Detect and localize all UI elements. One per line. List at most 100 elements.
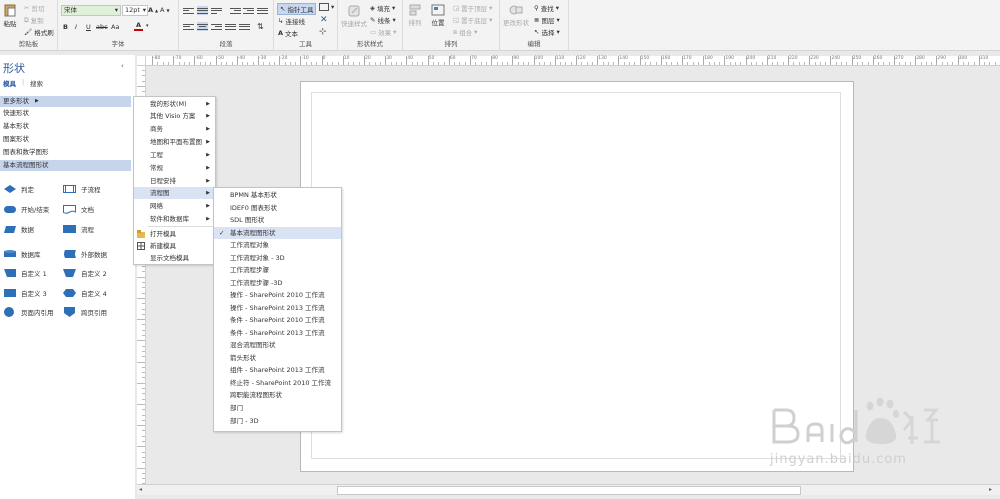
submenu-item-workflow-objects-3d[interactable]: 工作流程对象 - 3D (214, 252, 341, 264)
stencil-basic-flowchart[interactable]: 基本流程图形状 (0, 160, 131, 171)
menu-item-open-stencil[interactable]: 打开模具 (134, 228, 215, 240)
shrink-font-button[interactable]: A ▼ (160, 6, 170, 14)
bullets-icon[interactable] (257, 6, 268, 15)
stencil-basic-shapes[interactable]: 基本形状 (0, 121, 131, 132)
stencil-charts-math[interactable]: 图表和数学图形 (0, 147, 131, 158)
font-color-button[interactable]: A (134, 21, 143, 31)
shape-document[interactable]: 文档 (63, 204, 94, 214)
menu-item-engineering[interactable]: 工程 ▶ (134, 149, 215, 161)
stencil-quick-shapes[interactable]: 快速形状 (0, 108, 131, 119)
shape-decision[interactable]: 判定 (4, 184, 34, 194)
find-button[interactable]: ⚲ 查找 ▾ (534, 3, 559, 13)
stencil-more-shapes[interactable]: 更多形状 ▶ (0, 96, 131, 107)
decrease-indent-icon[interactable] (230, 6, 241, 15)
shape-process[interactable]: 流程 (63, 224, 94, 234)
submenu-item-hybrid-flowchart[interactable]: 混合流程图形状 (214, 339, 341, 351)
align-center-icon[interactable] (197, 22, 208, 31)
strikethrough-button[interactable]: abc (96, 23, 108, 31)
menu-item-maps[interactable]: 地图和平面布置图 ▶ (134, 136, 215, 148)
underline-button[interactable]: U (86, 23, 91, 31)
menu-item-general[interactable]: 常规 ▶ (134, 162, 215, 174)
align-top-icon[interactable] (183, 6, 194, 15)
menu-item-software-db[interactable]: 软件和数据库 ▶ (134, 213, 215, 225)
select-button[interactable]: ↖ 选择 ▾ (534, 27, 560, 37)
shape-data[interactable]: 数据 (4, 224, 34, 234)
bring-to-front-button[interactable]: ◲ 置于顶层 ▾ (453, 3, 492, 13)
shape-external-data[interactable]: 外部数据 (63, 249, 107, 259)
submenu-item-workflow-steps-3d[interactable]: 工作流程步骤 -3D (214, 277, 341, 289)
submenu-item-workflow-steps[interactable]: 工作流程步骤 (214, 264, 341, 276)
scroll-left-icon[interactable]: ◂ (139, 486, 142, 493)
shape-custom-4[interactable]: 自定义 4 (63, 288, 107, 298)
bold-button[interactable]: B (63, 23, 68, 31)
menu-item-business[interactable]: 商务 ▶ (134, 123, 215, 135)
submenu-item-components-sp2013[interactable]: 组件 - SharePoint 2013 工作流 (214, 364, 341, 376)
quick-styles-button[interactable]: 快速样式 (341, 4, 367, 28)
tab-stencils[interactable]: 模具 (3, 78, 16, 88)
submenu-item-actions-sp2010[interactable]: 操作 - SharePoint 2010 工作流 (214, 289, 341, 301)
align-right-icon[interactable] (211, 22, 222, 31)
shape-on-page-reference[interactable]: 页面内引用 (4, 307, 54, 317)
change-shape-button[interactable]: 更改形状 (503, 4, 529, 27)
scroll-right-icon[interactable]: ▸ (989, 486, 992, 493)
italic-button[interactable]: I (75, 23, 77, 31)
shape-database[interactable]: 数据库 (4, 249, 41, 259)
line-button[interactable]: ✎ 线条 ▾ (370, 15, 396, 25)
group-button[interactable]: ⧈ 组合 ▾ (453, 27, 477, 38)
submenu-item-arrow-shapes[interactable]: 箭头形状 (214, 352, 341, 364)
distribute-icon[interactable] (239, 22, 250, 31)
horizontal-scrollbar[interactable]: ◂ ▸ (137, 484, 1000, 495)
submenu-item-actions-sp2013[interactable]: 操作 - SharePoint 2013 工作流 (214, 302, 341, 314)
submenu-item-terminators-sp2010[interactable]: 终止符 - SharePoint 2010 工作流 (214, 377, 341, 389)
menu-item-flowchart[interactable]: 流程图 ▶ (134, 187, 215, 199)
position-button[interactable]: 位置 (431, 4, 445, 27)
menu-item-schedule[interactable]: 日程安排 ▶ (134, 175, 215, 187)
menu-item-new-stencil[interactable]: 新建模具 (134, 240, 215, 252)
paste-button[interactable]: 粘贴 (3, 3, 17, 28)
copy-button[interactable]: ⧉ 复制 (24, 15, 44, 26)
format-painter-button[interactable]: 🖌 格式刷 (24, 27, 54, 37)
menu-item-show-doc-stencil[interactable]: 显示文档模具 (134, 252, 215, 264)
submenu-item-department[interactable]: 部门 (214, 402, 341, 414)
align-middle-icon[interactable] (197, 6, 208, 15)
shape-custom-2[interactable]: 自定义 2 (63, 268, 107, 278)
menu-item-network[interactable]: 网络 ▶ (134, 200, 215, 212)
connector-button[interactable]: ↳ 连接线 (278, 16, 305, 26)
submenu-item-idef0[interactable]: IDEF0 图表形状 (214, 202, 341, 214)
increase-indent-icon[interactable] (243, 6, 254, 15)
align-bottom-icon[interactable] (211, 6, 222, 15)
shape-subprocess[interactable]: 子流程 (63, 184, 101, 194)
submenu-item-conditions-sp2010[interactable]: 条件 - SharePoint 2010 工作流 (214, 314, 341, 326)
font-name-select[interactable]: 宋体 ▾ (61, 5, 121, 16)
submenu-item-conditions-sp2013[interactable]: 条件 - SharePoint 2013 工作流 (214, 327, 341, 339)
submenu-item-workflow-objects[interactable]: 工作流程对象 (214, 239, 341, 251)
send-to-back-button[interactable]: ◱ 置于底层 ▾ (453, 15, 492, 25)
close-tool-icon[interactable]: ✕ (320, 15, 328, 25)
connection-point-icon[interactable]: ⊹ (319, 27, 327, 37)
align-button[interactable]: 排列 (408, 4, 422, 27)
align-left-icon[interactable] (183, 22, 194, 31)
font-color-dropdown[interactable]: ▾ (146, 23, 149, 29)
effects-button[interactable]: ▭ 效果 ▾ (370, 27, 396, 37)
grow-font-button[interactable]: A ▲ (148, 6, 158, 14)
layers-button[interactable]: ≣ 图层 ▾ (534, 15, 560, 25)
menu-item-other-visio[interactable]: 其他 Visio 方案 ▶ (134, 110, 215, 122)
justify-icon[interactable] (225, 22, 236, 31)
shape-terminator[interactable]: 开始/结束 (4, 204, 49, 214)
submenu-item-bpmn[interactable]: BPMN 基本形状 (214, 189, 341, 201)
submenu-item-department-3d[interactable]: 部门 - 3D (214, 415, 341, 427)
pointer-tool-button[interactable]: ↖ 指针工具 (277, 3, 317, 15)
collapse-pane-icon[interactable]: ‹ (121, 62, 124, 70)
submenu-item-basic-flowchart[interactable]: ✓ 基本流程图形状 (214, 227, 341, 239)
scrollbar-thumb[interactable] (337, 486, 801, 495)
submenu-item-cross-functional[interactable]: 跨职能流程图形状 (214, 389, 341, 401)
stencil-pattern-shapes[interactable]: 图案形状 (0, 134, 131, 145)
submenu-item-sdl[interactable]: SDL 图形状 (214, 214, 341, 226)
menu-item-my-shapes[interactable]: 我的形状(M) ▶ (134, 98, 215, 110)
text-tool-button[interactable]: A 文本 (278, 28, 298, 38)
text-direction-icon[interactable]: ⇅ (257, 22, 264, 31)
shape-off-page-reference[interactable]: 跨页引用 (63, 307, 107, 317)
shape-custom-1[interactable]: 自定义 1 (4, 268, 47, 278)
cut-button[interactable]: ✂ 剪切 (24, 3, 44, 13)
tab-search[interactable]: 搜索 (30, 78, 43, 88)
